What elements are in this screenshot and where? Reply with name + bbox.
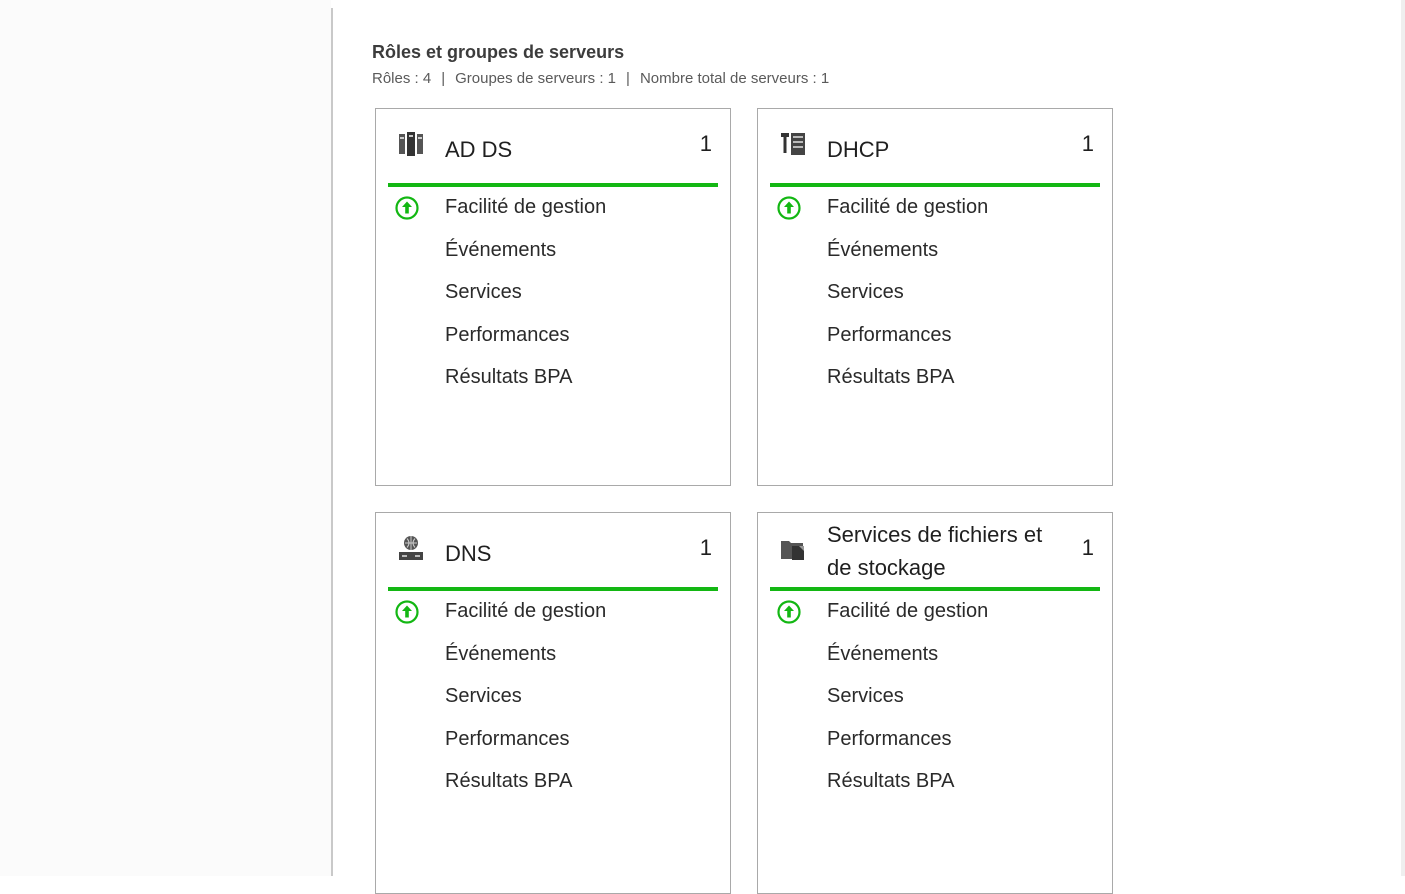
pane-divider[interactable]	[331, 8, 333, 876]
role-tile-file-storage: Services de fichiers et de stockage 1 Fa…	[757, 512, 1113, 894]
tile-count[interactable]: 1	[1082, 535, 1094, 561]
tile-title-line: de stockage	[827, 555, 946, 580]
performance-link[interactable]: Performances	[770, 317, 1100, 360]
tile-header[interactable]: AD DS 1	[388, 109, 718, 187]
tile-title[interactable]: Services de fichiers et de stockage	[827, 518, 1042, 584]
manageability-link[interactable]: Facilité de gestion	[770, 593, 1100, 636]
item-label: Facilité de gestion	[827, 600, 989, 622]
navigation-pane	[0, 0, 331, 876]
ad-ds-icon	[399, 132, 423, 156]
dns-icon	[399, 536, 423, 560]
server-groups-count-link[interactable]: Groupes de serveurs : 1	[455, 70, 616, 87]
tile-item-list: Facilité de gestion Événements Services …	[770, 593, 1100, 806]
bpa-results-link[interactable]: Résultats BPA	[770, 763, 1100, 806]
manageability-link[interactable]: Facilité de gestion	[388, 593, 718, 636]
tile-count[interactable]: 1	[700, 131, 712, 157]
role-tile-dns: DNS 1 Facilité de gestion Événements Ser…	[375, 512, 731, 894]
role-tile-ad-ds: AD DS 1 Facilité de gestion Événements S…	[375, 108, 731, 486]
tile-title[interactable]: AD DS	[445, 133, 512, 166]
services-link[interactable]: Services	[388, 678, 718, 721]
manageability-link[interactable]: Facilité de gestion	[770, 189, 1100, 232]
bpa-results-link[interactable]: Résultats BPA	[770, 359, 1100, 402]
bpa-results-link[interactable]: Résultats BPA	[388, 763, 718, 806]
roles-count-link[interactable]: Rôles : 4	[372, 70, 431, 87]
tile-title-line: Services de fichiers et	[827, 522, 1043, 547]
performance-link[interactable]: Performances	[388, 721, 718, 764]
status-up-arrow-icon	[777, 196, 801, 220]
performance-link[interactable]: Performances	[388, 317, 718, 360]
separator: |	[441, 70, 446, 87]
tile-header[interactable]: DHCP 1	[770, 109, 1100, 187]
events-link[interactable]: Événements	[388, 232, 718, 275]
bpa-results-link[interactable]: Résultats BPA	[388, 359, 718, 402]
item-label: Facilité de gestion	[827, 196, 989, 218]
tile-header[interactable]: DNS 1	[388, 513, 718, 591]
status-up-arrow-icon	[777, 600, 801, 624]
status-up-arrow-icon	[395, 600, 419, 624]
events-link[interactable]: Événements	[770, 232, 1100, 275]
tile-count[interactable]: 1	[700, 535, 712, 561]
separator: |	[626, 70, 630, 87]
section-summary: Rôles : 4 | Groupes de serveurs : 1 | Nombre…	[372, 70, 829, 87]
file-storage-icon	[781, 541, 804, 560]
services-link[interactable]: Services	[770, 678, 1100, 721]
role-tile-dhcp: DHCP 1 Facilité de gestion Événements Se…	[757, 108, 1113, 486]
section-title: Rôles et groupes de serveurs	[372, 42, 625, 62]
item-label: Facilité de gestion	[445, 600, 607, 622]
events-link[interactable]: Événements	[388, 636, 718, 679]
tile-title[interactable]: DHCP	[827, 133, 889, 166]
tile-count[interactable]: 1	[1082, 131, 1094, 157]
total-servers-count-link[interactable]: Nombre total de serveurs : 1	[640, 70, 829, 87]
events-link[interactable]: Événements	[770, 636, 1100, 679]
services-link[interactable]: Services	[770, 274, 1100, 317]
tile-header[interactable]: Services de fichiers et de stockage 1	[770, 513, 1100, 591]
tile-item-list: Facilité de gestion Événements Services …	[388, 593, 718, 806]
item-label: Facilité de gestion	[445, 196, 607, 218]
performance-link[interactable]: Performances	[770, 721, 1100, 764]
services-link[interactable]: Services	[388, 274, 718, 317]
manageability-link[interactable]: Facilité de gestion	[388, 189, 718, 232]
scrollbar-track[interactable]	[1401, 0, 1405, 876]
dhcp-icon	[781, 133, 805, 155]
status-up-arrow-icon	[395, 196, 419, 220]
tile-title[interactable]: DNS	[445, 537, 491, 570]
tile-item-list: Facilité de gestion Événements Services …	[770, 189, 1100, 402]
tile-item-list: Facilité de gestion Événements Services …	[388, 189, 718, 402]
